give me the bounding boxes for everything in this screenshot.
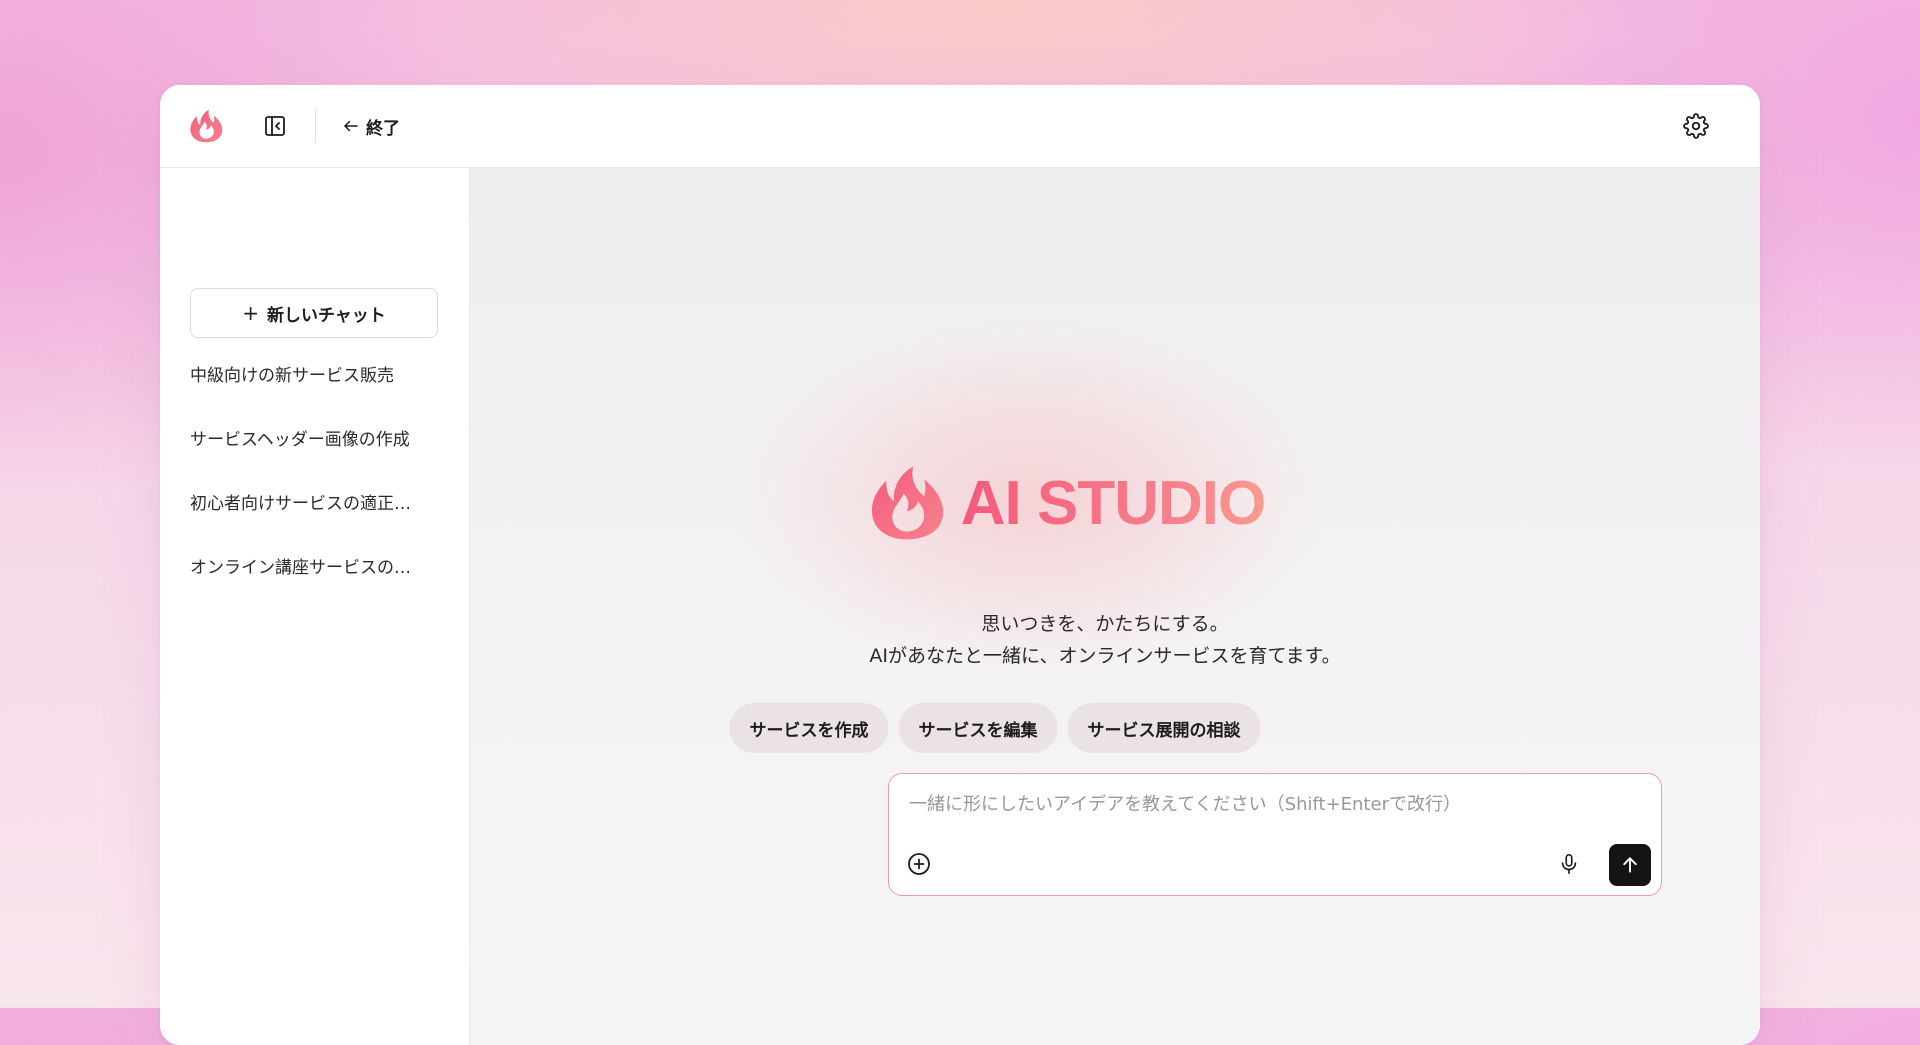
chat-history-item[interactable]: 中級向けの新サービス販売 bbox=[190, 361, 440, 425]
chat-history-item[interactable]: オンライン講座サービスの… bbox=[190, 553, 440, 617]
chat-history-item[interactable]: 初心者向けサービスの適正… bbox=[190, 489, 440, 553]
chat-history-list: 中級向けの新サービス販売 サービスヘッダー画像の作成 初心者向けサービスの適正…… bbox=[190, 361, 440, 617]
voice-input-button[interactable] bbox=[1555, 850, 1583, 878]
app-window: 終了 + 新しいチャット 中級向けの新サービス販売 サービスヘッダー画像の作成 … bbox=[160, 85, 1760, 1045]
flame-logo-icon bbox=[871, 466, 944, 540]
tagline-line-2: AIがあなたと一緒に、オンラインサービスを育てます。 bbox=[869, 645, 1341, 667]
send-button[interactable] bbox=[1609, 844, 1651, 886]
arrow-left-icon bbox=[344, 120, 358, 132]
arrow-up-icon bbox=[1623, 857, 1637, 873]
gear-icon bbox=[1683, 113, 1709, 139]
tagline: 思いつきを、かたちにする。 AIがあなたと一緒に、オンラインサービスを育てます。 bbox=[450, 608, 1760, 672]
microphone-icon bbox=[1561, 854, 1577, 874]
top-bar: 終了 bbox=[160, 85, 1760, 168]
sidebar: + 新しいチャット 中級向けの新サービス販売 サービスヘッダー画像の作成 初心者… bbox=[160, 168, 470, 1045]
exit-label: 終了 bbox=[366, 118, 400, 139]
plus-icon: + bbox=[242, 301, 259, 325]
brand-header: AI STUDIO bbox=[865, 465, 1266, 541]
sidebar-toggle-button[interactable] bbox=[260, 111, 290, 141]
sidebar-collapse-icon bbox=[265, 116, 285, 136]
topbar-divider bbox=[315, 109, 316, 143]
new-chat-button[interactable]: + 新しいチャット bbox=[190, 288, 438, 338]
flame-logo-icon[interactable] bbox=[188, 109, 224, 143]
suggestion-expansion-consult[interactable]: サービス展開の相談 bbox=[1067, 703, 1261, 753]
attach-button[interactable] bbox=[905, 850, 933, 878]
settings-button[interactable] bbox=[1680, 110, 1712, 142]
suggestion-chips: サービスを作成 サービスを編集 サービス展開の相談 bbox=[729, 703, 1261, 753]
suggestion-edit-service[interactable]: サービスを編集 bbox=[898, 703, 1058, 753]
message-composer bbox=[888, 773, 1662, 896]
brand-name: AI STUDIO bbox=[960, 468, 1266, 538]
new-chat-label: 新しいチャット bbox=[266, 305, 386, 326]
chat-history-item[interactable]: サービスヘッダー画像の作成 bbox=[190, 425, 440, 489]
plus-circle-icon bbox=[908, 853, 930, 875]
exit-button[interactable]: 終了 bbox=[342, 109, 400, 143]
tagline-line-1: 思いつきを、かたちにする。 bbox=[981, 613, 1229, 635]
main-panel: AI STUDIO 思いつきを、かたちにする。 AIがあなたと一緒に、オンライン… bbox=[470, 168, 1760, 1045]
suggestion-create-service[interactable]: サービスを作成 bbox=[729, 703, 889, 753]
prompt-input[interactable] bbox=[907, 786, 1641, 822]
